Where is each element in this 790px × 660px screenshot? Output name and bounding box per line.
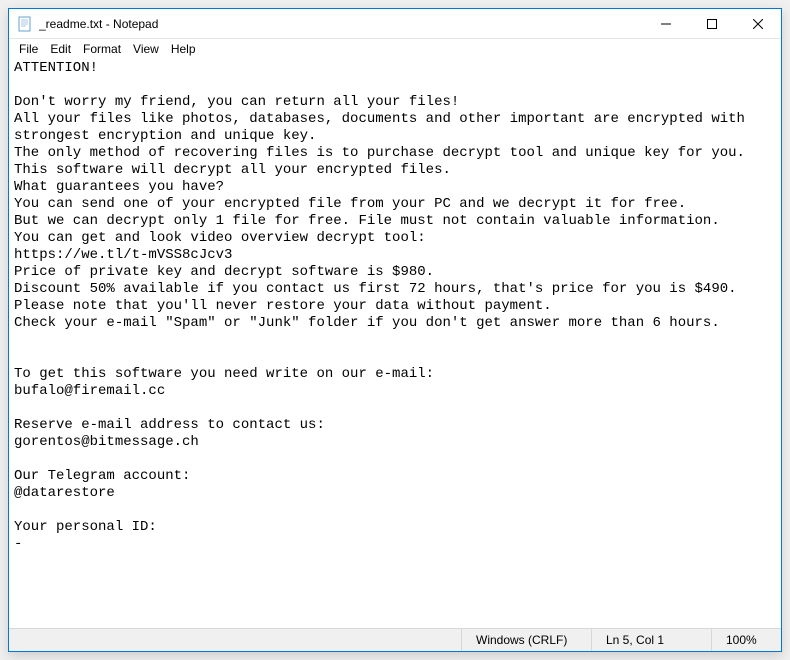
minimize-button[interactable] xyxy=(643,9,689,38)
close-button[interactable] xyxy=(735,9,781,38)
window-title: _readme.txt - Notepad xyxy=(39,17,643,31)
status-line-ending: Windows (CRLF) xyxy=(461,629,591,651)
notepad-window: _readme.txt - Notepad File Edit Format V… xyxy=(8,8,782,652)
menu-edit[interactable]: Edit xyxy=(44,40,77,58)
status-zoom: 100% xyxy=(711,629,781,651)
menu-file[interactable]: File xyxy=(13,40,44,58)
notepad-icon xyxy=(17,16,33,32)
menu-help[interactable]: Help xyxy=(165,40,202,58)
menubar: File Edit Format View Help xyxy=(9,39,781,59)
titlebar: _readme.txt - Notepad xyxy=(9,9,781,39)
text-editor[interactable]: ATTENTION! Don't worry my friend, you ca… xyxy=(9,59,781,628)
maximize-button[interactable] xyxy=(689,9,735,38)
statusbar: Windows (CRLF) Ln 5, Col 1 100% xyxy=(9,628,781,651)
menu-format[interactable]: Format xyxy=(77,40,127,58)
window-controls xyxy=(643,9,781,38)
menu-view[interactable]: View xyxy=(127,40,165,58)
status-spacer xyxy=(9,629,461,651)
status-cursor: Ln 5, Col 1 xyxy=(591,629,711,651)
